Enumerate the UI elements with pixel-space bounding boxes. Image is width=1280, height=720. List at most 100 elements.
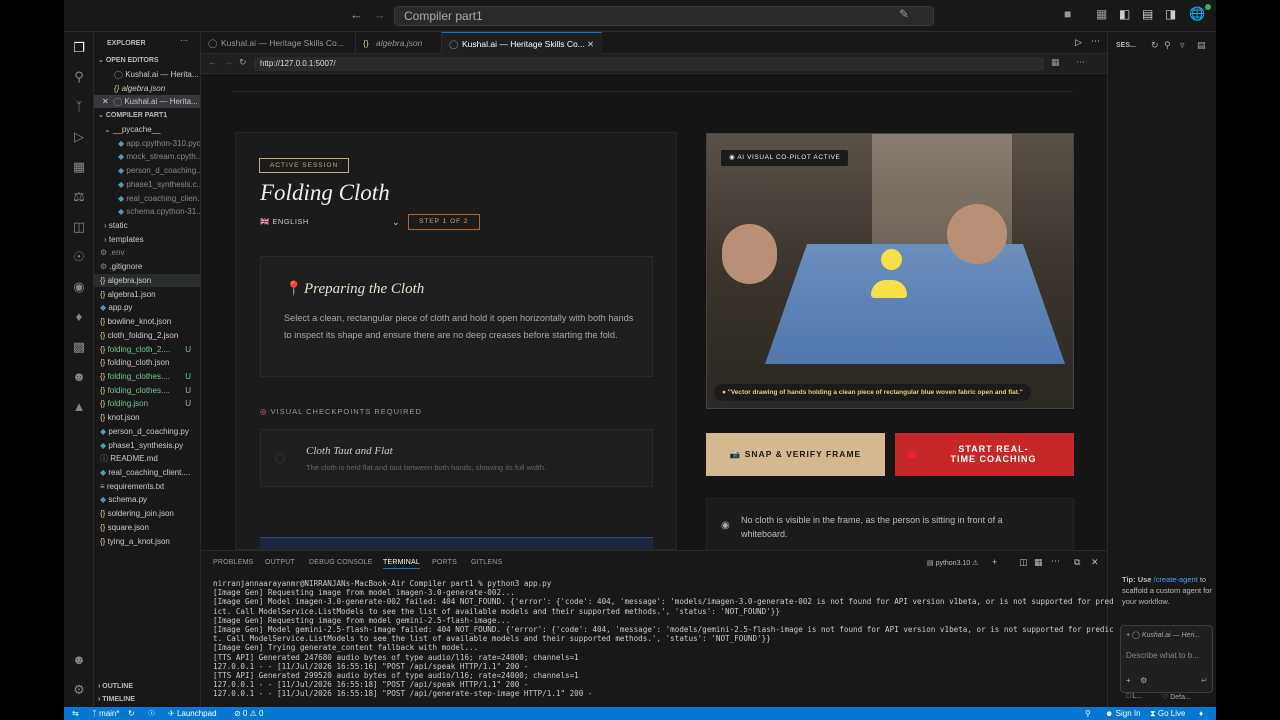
back-arrow-icon[interactable]: ← [350, 7, 363, 22]
folder-item[interactable]: ⌄ __pycache__ [94, 123, 200, 136]
extensions-icon[interactable]: ▦ [71, 159, 87, 175]
notifications-icon[interactable]: ♦ [1199, 707, 1203, 720]
folder-icon[interactable]: ◫ [71, 219, 87, 235]
more-icon[interactable]: ⋯ [1051, 556, 1060, 567]
go-live-button[interactable]: ⧗ Go Live [1150, 707, 1185, 720]
file-item[interactable]: {} folding.json U [94, 397, 200, 410]
file-item[interactable]: {} folding_cloth_2.... U [94, 343, 200, 356]
explorer-icon[interactable]: ❐ [71, 40, 87, 56]
zoom-icon[interactable]: ⚲ [1085, 707, 1091, 720]
chat-footer-left[interactable]: □ L... [1126, 693, 1142, 700]
tab-debug-console[interactable]: DEBUG CONSOLE [309, 559, 373, 566]
deploy-icon[interactable]: ▲ [71, 399, 87, 415]
file-item[interactable]: {} bowline_knot.json [94, 315, 200, 328]
file-item[interactable]: ◆ schema.py [94, 493, 200, 506]
file-item[interactable]: ⚙ .gitignore [94, 260, 200, 273]
terminal-output[interactable]: nirranjannaarayanmr@NIRRANJANs-MacBook-A… [213, 579, 1114, 699]
chat-input-box[interactable]: + ◯ Kushal.ai — Heri... Describe what to… [1120, 625, 1213, 693]
split-terminal-icon[interactable]: ◫ [1019, 557, 1028, 568]
file-item[interactable]: {} soldering_join.json [94, 507, 200, 520]
folder-item[interactable]: › static [94, 219, 200, 232]
gitlens-icon[interactable]: ☉ [71, 249, 87, 265]
gitlens-status-icon[interactable]: ☉ [148, 707, 155, 720]
tab-terminal[interactable]: TERMINAL [383, 559, 420, 569]
settings-gear-icon[interactable]: ⚙ [71, 682, 87, 698]
open-editor-item[interactable]: ◯ Kushal.ai — Herita... [114, 68, 200, 81]
copilot-chat-icon[interactable]: ✎ [899, 7, 909, 21]
file-item[interactable]: {} folding_cloth.json [94, 356, 200, 369]
python-icon[interactable]: ♦ [71, 309, 87, 325]
open-editor-item-active[interactable]: ✕ ◯ Kushal.ai — Herita... [94, 95, 200, 108]
source-control-icon[interactable]: ᛉ [71, 99, 87, 115]
run-icon[interactable]: ▷ [1075, 37, 1082, 48]
branch-indicator[interactable]: ᛉ main* [92, 707, 119, 720]
close-icon[interactable]: ✕ [102, 97, 109, 106]
file-item[interactable]: ◆ person_d_coaching... [94, 164, 200, 177]
tab-output[interactable]: OUTPUT [265, 559, 295, 566]
more-actions-icon[interactable]: ⋯ [1091, 36, 1100, 47]
file-item[interactable]: ◆ app.py [94, 301, 200, 314]
file-item[interactable]: ◆ mock_stream.cpyth... [94, 150, 200, 163]
tab-kushal-1[interactable]: ◯ Kushal.ai — Heritage Skills Co... [201, 32, 356, 54]
forward-icon[interactable]: → [224, 57, 233, 67]
send-icon[interactable]: ↵ [1201, 676, 1208, 685]
trash-icon[interactable]: ▦ [1034, 557, 1043, 568]
tab-kushal-active[interactable]: ◯ Kushal.ai — Heritage Skills Co... ✕ [442, 32, 602, 54]
file-item[interactable]: {} tying_a_knot.json [94, 535, 200, 548]
tools-icon[interactable]: ⚙ [1140, 676, 1147, 685]
sync-icon[interactable]: ↻ [128, 707, 135, 720]
file-item[interactable]: {} folding_clothes.... U [94, 384, 200, 397]
more-icon[interactable]: ⋯ [180, 36, 188, 45]
file-item[interactable]: ◆ person_d_coaching.py [94, 425, 200, 438]
globe-icon[interactable]: 🌐 [1189, 6, 1205, 22]
file-item[interactable]: {} folding_clothes.... U [94, 370, 200, 383]
accounts-icon[interactable]: ■ [1064, 7, 1071, 21]
tab-problems[interactable]: PROBLEMS [213, 559, 254, 566]
account-icon[interactable]: ☻ [71, 652, 87, 668]
tip-link[interactable]: /create-agent [1154, 575, 1198, 584]
browser-more-icon[interactable]: ⋯ [1076, 57, 1085, 68]
file-item[interactable]: ≡ requirements.txt [94, 480, 200, 493]
filter-icon[interactable]: ▿ [1180, 40, 1185, 51]
start-coaching-button[interactable]: START REAL- TIME COACHING [895, 433, 1074, 476]
file-item[interactable]: {} square.json [94, 521, 200, 534]
timeline-section[interactable]: › TIMELINE [98, 693, 198, 706]
close-panel-icon[interactable]: ✕ [1091, 557, 1099, 568]
file-item[interactable]: ⚙ .env [94, 246, 200, 259]
tab-algebra-json[interactable]: {} algebra.json [356, 32, 442, 54]
file-item[interactable]: {} algebra.json [94, 273, 200, 287]
run-debug-icon[interactable]: ▷ [71, 129, 87, 145]
open-editor-item[interactable]: {} algebra.json [114, 82, 200, 95]
reload-icon[interactable]: ↻ [239, 57, 247, 68]
copilot-icon[interactable]: ☻ [71, 369, 87, 385]
split-icon[interactable]: ▤ [1197, 40, 1206, 51]
refresh-icon[interactable]: ↻ [1151, 40, 1159, 51]
context-chip[interactable]: + ◯ Kushal.ai — Heri... [1126, 631, 1200, 639]
file-item[interactable]: ◆ app.cpython-310.pyc [94, 137, 200, 150]
testing-icon[interactable]: ⚖ [71, 189, 87, 205]
command-center[interactable]: Compiler part1 [394, 6, 934, 26]
snap-verify-button[interactable]: 📷 SNAP & VERIFY FRAME [706, 433, 885, 476]
language-select[interactable]: 🇬🇧 ENGLISH ⌄ [260, 214, 402, 230]
toggle-sidebar-icon[interactable]: ◧ [1119, 7, 1130, 21]
remote-icon[interactable]: ⇆ [72, 707, 79, 720]
open-editors-header[interactable]: ⌄ OPEN EDITORS [98, 54, 200, 67]
tab-ports[interactable]: PORTS [432, 559, 457, 566]
file-item[interactable]: ⓘ README.md [94, 452, 200, 465]
outline-section[interactable]: › OUTLINE [98, 680, 198, 693]
terminal-shell-selector[interactable]: ▤ python3.10 ⚠ [927, 559, 978, 567]
maximize-panel-icon[interactable]: ⧉ [1074, 557, 1080, 568]
devtools-icon[interactable]: ▦ [1051, 57, 1060, 68]
add-icon[interactable]: + [1126, 676, 1131, 685]
new-terminal-icon[interactable]: + [992, 557, 997, 567]
close-icon[interactable]: ✕ [587, 33, 594, 55]
file-item[interactable]: ◆ phase1_synthesis.c... [94, 178, 200, 191]
file-item[interactable]: ◆ real_coaching_clien... [94, 192, 200, 205]
search-icon[interactable]: ⚲ [1164, 40, 1171, 51]
sign-in-button[interactable]: ☻ Sign In [1105, 707, 1141, 720]
tab-gitlens[interactable]: GITLENS [471, 559, 502, 566]
file-item[interactable]: ◆ phase1_synthesis.py [94, 439, 200, 452]
file-item[interactable]: ◆ real_coaching_client.... [94, 466, 200, 479]
problems-indicator[interactable]: ⊘ 0 ⚠ 0 [234, 707, 263, 720]
docker-icon[interactable]: ▩ [71, 339, 87, 355]
